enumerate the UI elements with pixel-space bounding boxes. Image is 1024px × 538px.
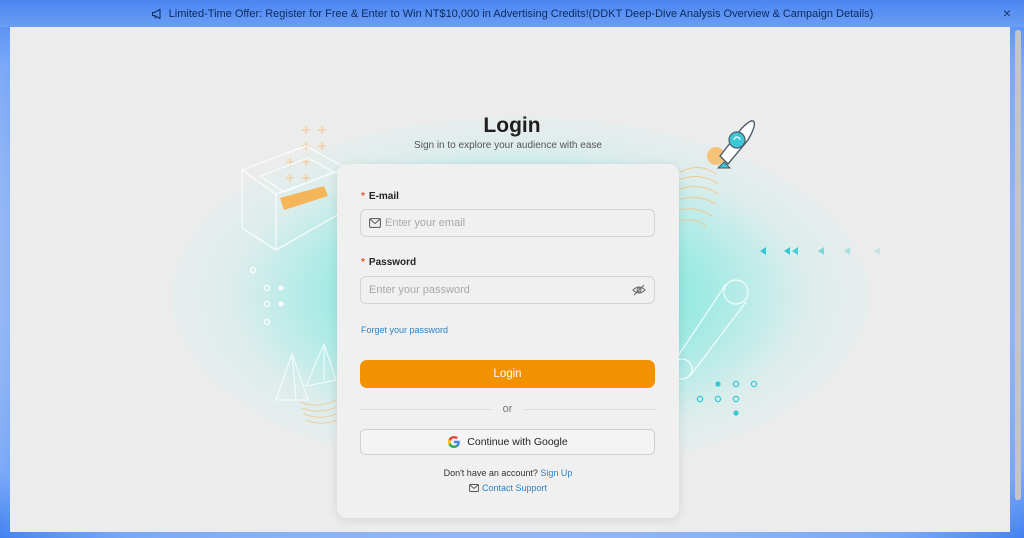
password-field-wrapper[interactable] bbox=[360, 276, 655, 304]
required-mark: * bbox=[361, 191, 365, 202]
contact-support-label[interactable]: Contact Support bbox=[482, 483, 547, 493]
signup-prompt: Don't have an account? bbox=[443, 468, 538, 478]
dots-right bbox=[696, 380, 758, 416]
or-divider: or bbox=[360, 402, 655, 416]
divider-line bbox=[360, 408, 491, 410]
signup-row: Don't have an account? Sign Up bbox=[337, 468, 679, 478]
scrollbar-thumb[interactable] bbox=[1015, 30, 1021, 500]
contact-support-link[interactable]: Contact Support bbox=[337, 483, 679, 493]
tube-illustration bbox=[671, 279, 749, 380]
login-button[interactable]: Login bbox=[360, 360, 655, 388]
arrows-right bbox=[760, 247, 880, 255]
email-field-wrapper[interactable] bbox=[360, 209, 655, 237]
or-label: or bbox=[502, 403, 513, 415]
password-label-text: Password bbox=[368, 257, 417, 268]
email-input[interactable] bbox=[385, 210, 654, 236]
megaphone-icon bbox=[151, 8, 163, 20]
required-mark: * bbox=[361, 257, 365, 268]
promo-banner[interactable]: Limited-Time Offer: Register for Free & … bbox=[0, 0, 1024, 27]
email-label: * E-mail bbox=[361, 191, 399, 202]
eye-off-icon[interactable] bbox=[632, 284, 646, 296]
mail-icon bbox=[369, 218, 381, 228]
forgot-password-link[interactable]: Forget your password bbox=[361, 325, 448, 335]
banner-text[interactable]: Limited-Time Offer: Register for Free & … bbox=[169, 8, 874, 20]
close-icon[interactable]: × bbox=[1000, 6, 1014, 20]
page-subtitle: Sign in to explore your audience with ea… bbox=[414, 140, 602, 151]
signup-link[interactable]: Sign Up bbox=[540, 468, 572, 478]
google-login-button[interactable]: Continue with Google bbox=[360, 429, 655, 455]
dots-left bbox=[249, 266, 284, 326]
mail-icon bbox=[469, 484, 479, 492]
password-label: * Password bbox=[361, 257, 416, 268]
divider-line bbox=[524, 408, 655, 410]
page-title: Login bbox=[483, 114, 541, 137]
login-card: *E-mail *Password Forget your password L… bbox=[337, 164, 679, 518]
google-icon bbox=[447, 435, 461, 449]
password-input[interactable] bbox=[361, 277, 632, 303]
email-label-text: E-mail bbox=[368, 191, 399, 202]
scrollbar[interactable] bbox=[1015, 30, 1021, 500]
google-button-label: Continue with Google bbox=[467, 436, 568, 448]
